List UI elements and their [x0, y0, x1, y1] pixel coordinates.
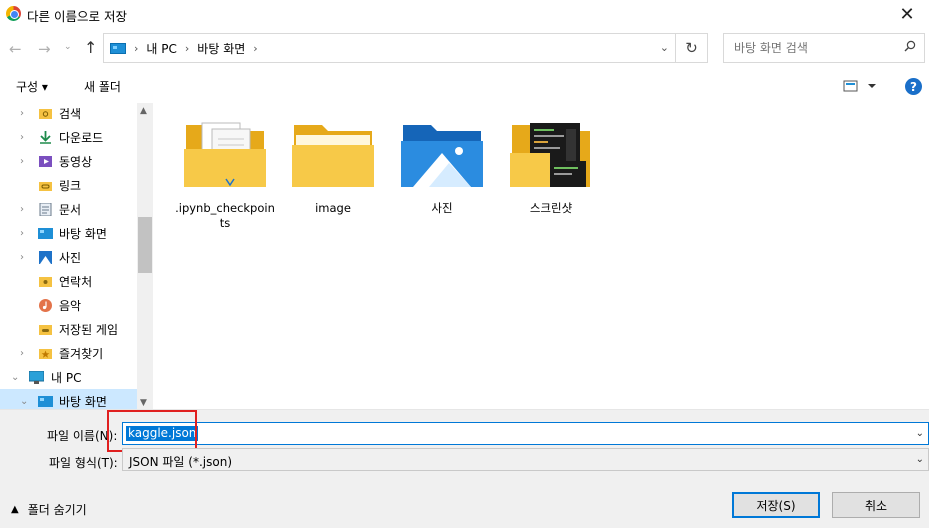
file-list: .ipynb_checkpoints image 사진 스크린샷	[153, 103, 929, 409]
file-name: 스크린샷	[529, 201, 573, 215]
navigation-pane-scrollbar[interactable]: ▲ ▼	[137, 103, 153, 409]
navigation-pane: › 검색 › 다운로드 › 동영상 링크 › 문서 › 바탕 화면 › 사진 연…	[0, 103, 153, 409]
file-item[interactable]: 스크린샷	[501, 119, 601, 216]
command-toolbar: 구성 ▾ 새 폴더 ?	[0, 72, 929, 100]
sidebar-item-downloads[interactable]: › 다운로드	[0, 125, 137, 149]
chevron-right-icon[interactable]: ›	[20, 156, 24, 167]
close-icon[interactable]: ✕	[885, 0, 929, 28]
chevron-right-icon[interactable]: ›	[20, 108, 24, 119]
chevron-right-icon[interactable]: ›	[20, 132, 24, 143]
pc-icon	[29, 370, 44, 384]
pictures-icon	[39, 250, 52, 264]
file-item[interactable]: .ipynb_checkpoints	[175, 119, 275, 231]
chevron-right-icon[interactable]: ›	[134, 42, 138, 55]
folder-with-files-icon	[184, 122, 266, 187]
sidebar-item-documents[interactable]: › 문서	[0, 197, 137, 221]
chevron-down-icon[interactable]: ⌄	[916, 454, 924, 465]
favorites-icon	[39, 348, 52, 359]
recent-locations-chevron-icon[interactable]: ⌄	[64, 42, 72, 52]
chevron-down-icon[interactable]: ⌄	[916, 428, 924, 439]
download-icon	[40, 130, 51, 144]
hide-folders-button[interactable]: ▲ 폴더 숨기기	[11, 501, 87, 518]
chevron-down-icon[interactable]: ⌄	[11, 372, 19, 383]
file-name: image	[315, 201, 351, 215]
search-icon[interactable]	[904, 40, 916, 52]
save-form: 파일 이름(N): kaggle.json ⌄ 파일 형식(T): JSON 파…	[0, 410, 929, 528]
filetype-value: JSON 파일 (*.json)	[129, 455, 232, 469]
filename-input[interactable]: kaggle.json ⌄	[122, 422, 929, 445]
sidebar-item-saved-games[interactable]: 저장된 게임	[0, 317, 137, 341]
chevron-right-icon[interactable]: ›	[20, 252, 24, 263]
pictures-folder-icon	[401, 125, 483, 187]
save-button[interactable]: 저장(S)	[732, 492, 820, 518]
sidebar-item-favorites[interactable]: › 즐겨찾기	[0, 341, 137, 365]
search-input[interactable]	[724, 34, 894, 62]
document-icon	[39, 202, 52, 216]
breadcrumb-desktop[interactable]: 바탕 화면	[197, 40, 245, 57]
chevron-down-icon[interactable]: ⌄	[20, 396, 28, 407]
search-folder-icon	[39, 108, 52, 119]
address-history-dropdown-icon[interactable]: ⌄	[660, 41, 669, 54]
sidebar-item-contacts[interactable]: 연락처	[0, 269, 137, 293]
filetype-label: 파일 형식(T):	[49, 456, 118, 470]
help-icon[interactable]: ?	[905, 78, 922, 95]
title-bar: 다른 이름으로 저장 ✕	[0, 0, 929, 28]
organize-button[interactable]: 구성 ▾	[16, 78, 48, 95]
scroll-up-icon[interactable]: ▲	[140, 106, 147, 116]
chevron-up-icon: ▲	[11, 504, 19, 515]
sidebar-item-music[interactable]: 음악	[0, 293, 137, 317]
chevron-right-icon[interactable]: ›	[20, 228, 24, 239]
saved-games-icon	[39, 324, 52, 335]
folder-icon	[292, 125, 374, 187]
music-icon	[39, 298, 52, 312]
sidebar-item-videos[interactable]: › 동영상	[0, 149, 137, 173]
change-view-icon[interactable]	[843, 79, 877, 93]
sidebar-item-this-pc[interactable]: ⌄ 내 PC	[0, 365, 137, 389]
scrollbar-thumb[interactable]	[138, 217, 152, 273]
navigation-row: ← → ⌄ ↑ › 내 PC › 바탕 화면 › ⌄ ↻	[0, 32, 929, 66]
forward-arrow-icon[interactable]: →	[38, 40, 51, 58]
file-item[interactable]: image	[283, 119, 383, 216]
sidebar-item-pictures[interactable]: › 사진	[0, 245, 137, 269]
sidebar-item-pc-desktop[interactable]: ⌄ 바탕 화면	[0, 389, 137, 409]
file-name: .ipynb_checkpoints	[175, 201, 275, 230]
chrome-icon	[6, 6, 21, 21]
sidebar-item-search[interactable]: › 검색	[0, 103, 137, 125]
highlight-box	[107, 410, 197, 452]
chevron-right-icon[interactable]: ›	[185, 42, 189, 55]
chevron-right-icon[interactable]: ›	[253, 42, 257, 55]
hide-folders-label: 폴더 숨기기	[27, 503, 87, 517]
desktop-icon	[38, 227, 53, 239]
search-box[interactable]	[723, 33, 925, 63]
sidebar-item-links[interactable]: 링크	[0, 173, 137, 197]
desktop-icon	[110, 42, 126, 54]
refresh-icon[interactable]: ↻	[675, 34, 707, 62]
cancel-button[interactable]: 취소	[832, 492, 920, 518]
chevron-right-icon[interactable]: ›	[20, 204, 24, 215]
chevron-right-icon[interactable]: ›	[20, 348, 24, 359]
up-arrow-icon[interactable]: ↑	[84, 38, 97, 57]
screenshots-folder-icon	[510, 123, 590, 187]
contacts-icon	[39, 276, 52, 287]
back-arrow-icon[interactable]: ←	[9, 40, 22, 58]
sidebar-item-desktop[interactable]: › 바탕 화면	[0, 221, 137, 245]
window-title: 다른 이름으로 저장	[27, 9, 127, 24]
scroll-down-icon[interactable]: ▼	[140, 398, 147, 408]
desktop-icon	[38, 395, 53, 407]
video-icon	[39, 155, 52, 167]
file-item[interactable]: 사진	[392, 119, 492, 216]
filetype-select[interactable]: JSON 파일 (*.json) ⌄	[122, 448, 929, 471]
address-bar[interactable]: › 내 PC › 바탕 화면 › ⌄ ↻	[103, 33, 708, 63]
new-folder-button[interactable]: 새 폴더	[84, 78, 121, 95]
file-name: 사진	[431, 201, 453, 215]
breadcrumb-pc[interactable]: 내 PC	[146, 40, 176, 57]
links-folder-icon	[39, 181, 52, 191]
